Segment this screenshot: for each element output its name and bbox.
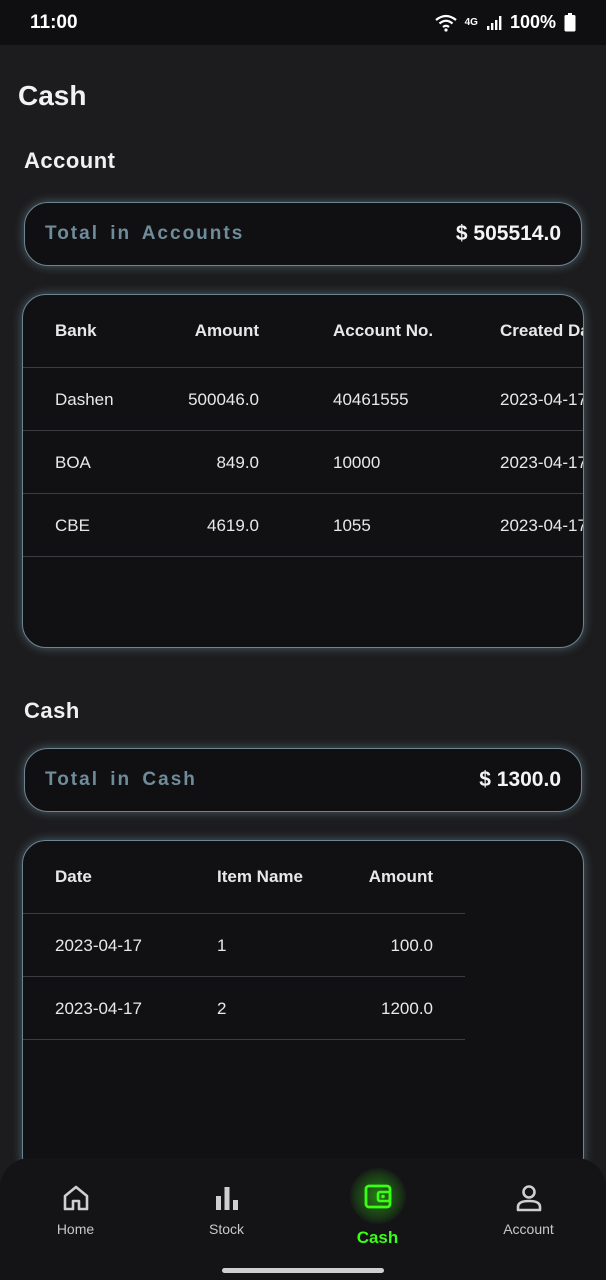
nav-label-account: Account [503, 1221, 554, 1237]
total-cash-label: Total in Cash [45, 769, 197, 790]
total-accounts-value: $ 505514.0 [455, 222, 561, 245]
home-icon [63, 1185, 88, 1211]
accounts-table-card[interactable]: Bank Amount Account No. Created Da Dashe… [22, 294, 584, 648]
nav-item-stock[interactable]: Stock [151, 1158, 302, 1262]
total-cash-value: $ 1300.0 [479, 768, 561, 791]
battery-percent: 100% [509, 12, 556, 32]
table-row: 2023-04-17 2 1200.0 [23, 977, 465, 1040]
network-type-label: 4G [464, 16, 478, 28]
created-date-cell: 2023-04-17 [500, 390, 584, 409]
table-row: 2023-04-17 1 100.0 [23, 914, 465, 977]
bank-cell: BOA [55, 453, 91, 472]
battery-icon [564, 13, 576, 32]
bank-cell: CBE [55, 516, 90, 535]
table-row: CBE 4619.0 1055 2023-04-17 [23, 494, 584, 557]
status-bar: 11:00 4G 100% [0, 0, 606, 45]
wifi-icon [434, 14, 457, 32]
cash-section-title: Cash [24, 698, 80, 723]
created-date-cell: 2023-04-17 [500, 516, 584, 535]
nav-label-stock: Stock [208, 1221, 244, 1237]
nav-label-cash: Cash [356, 1228, 399, 1247]
bar-chart-icon [215, 1187, 238, 1210]
bank-cell: Dashen [55, 390, 114, 409]
account-no-cell: 1055 [333, 516, 371, 535]
status-time: 11:00 [30, 11, 78, 33]
accounts-table-header: Bank Amount Account No. Created Da [23, 295, 584, 368]
column-header-account-no: Account No. [333, 321, 434, 340]
nav-item-home[interactable]: Home [0, 1158, 151, 1262]
home-indicator[interactable] [222, 1268, 384, 1273]
amount-cell: 4619.0 [207, 516, 259, 535]
wallet-icon [364, 1184, 391, 1209]
nav-label-home: Home [56, 1221, 95, 1237]
page-title: Cash [18, 80, 87, 111]
column-header-bank: Bank [55, 321, 97, 340]
column-header-amount: Amount [368, 867, 433, 886]
column-header-amount: Amount [194, 321, 259, 340]
status-icons: 4G 100% [434, 12, 576, 33]
table-row: BOA 849.0 10000 2023-04-17 [23, 431, 584, 494]
signal-icon [486, 15, 502, 30]
item-name-cell: 2 [217, 999, 227, 1018]
amount-cell: 849.0 [216, 453, 259, 472]
total-cash-card: Total in Cash $ 1300.0 [24, 748, 582, 812]
amount-cell: 100.0 [390, 936, 433, 955]
date-cell: 2023-04-17 [55, 999, 142, 1018]
column-header-date: Date [55, 867, 92, 886]
column-header-created-date: Created Da [500, 321, 584, 340]
account-no-cell: 10000 [333, 453, 381, 472]
account-no-cell: 40461555 [333, 390, 409, 409]
account-section-title: Account [24, 148, 116, 173]
cash-table-card[interactable]: Date Item Name Amount 2023-04-17 1 100.0… [22, 840, 584, 1180]
amount-cell: 1200.0 [381, 999, 433, 1018]
total-accounts-label: Total in Accounts [45, 223, 245, 244]
cash-table-header: Date Item Name Amount [23, 841, 465, 914]
amount-cell: 500046.0 [188, 390, 259, 409]
date-cell: 2023-04-17 [55, 936, 142, 955]
column-header-item-name: Item Name [217, 867, 303, 886]
item-name-cell: 1 [217, 936, 227, 955]
nav-item-account[interactable]: Account [453, 1158, 604, 1262]
table-row: Dashen 500046.0 40461555 2023-04-17 [23, 368, 584, 431]
bottom-nav: Home Stock Cash Account [0, 1158, 606, 1280]
person-icon [516, 1185, 541, 1212]
created-date-cell: 2023-04-17 [500, 453, 584, 472]
nav-item-cash[interactable]: Cash [302, 1158, 453, 1262]
total-accounts-card: Total in Accounts $ 505514.0 [24, 202, 582, 266]
